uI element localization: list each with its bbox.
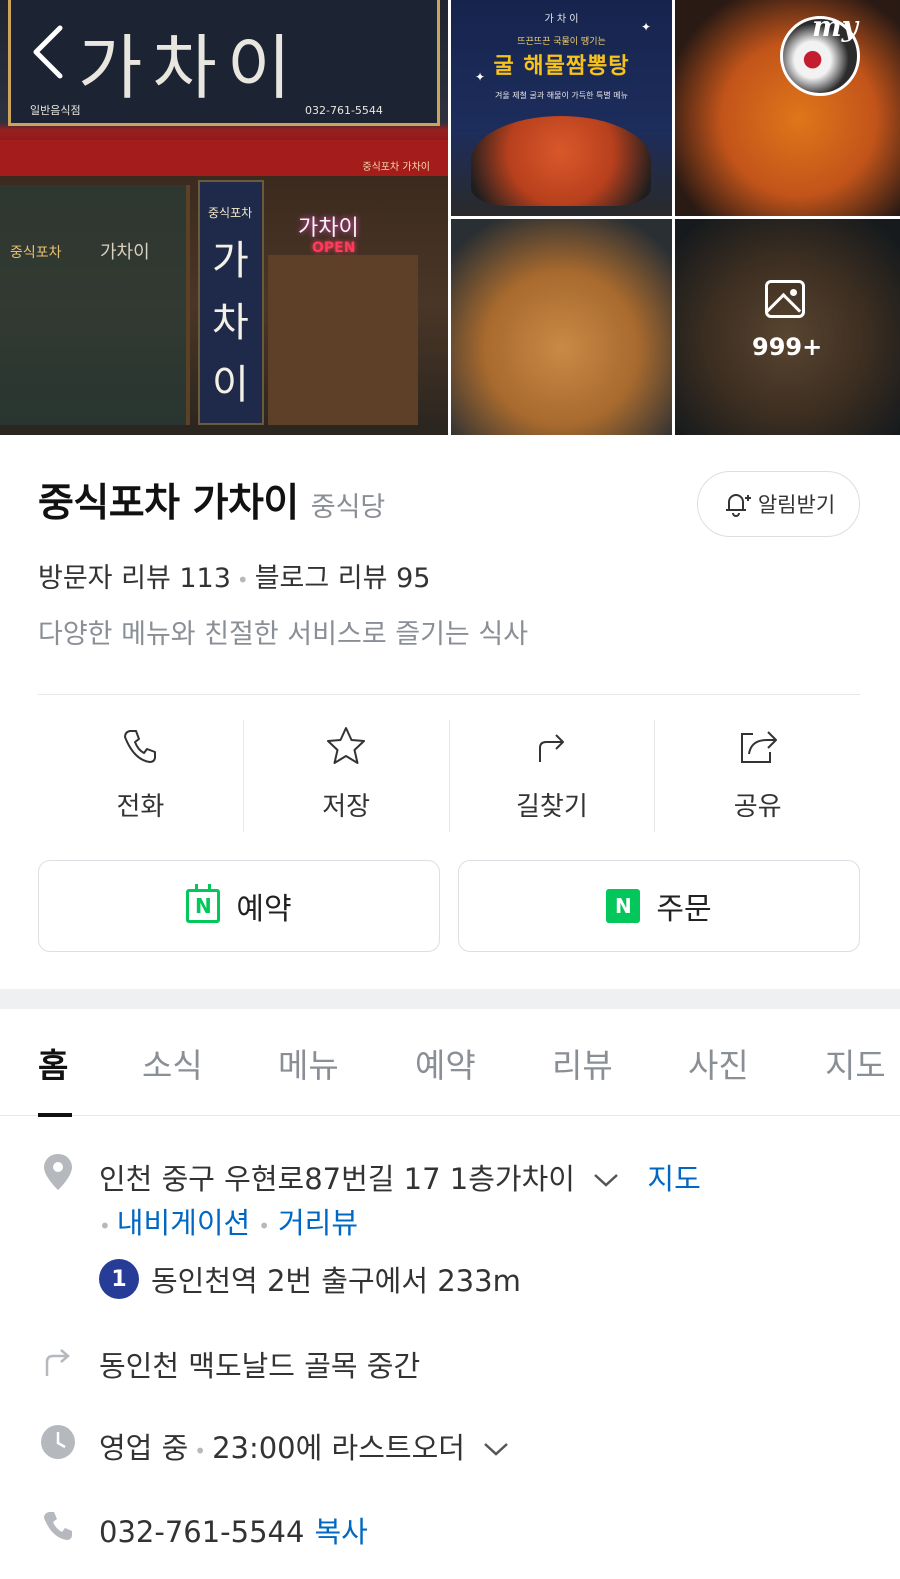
active-tab-indicator (38, 1113, 72, 1117)
back-button[interactable] (30, 24, 80, 84)
section-separator (0, 989, 900, 1009)
separator-dot: • (99, 1214, 111, 1238)
address-row: 인천 중구 우현로87번길 17 1층가차이 지도 (99, 1156, 701, 1198)
neon-sign: 가차이 (298, 216, 359, 241)
directions-text: 동인천 맥도날드 골목 중간 (99, 1349, 421, 1383)
directions-action[interactable]: 길찾기 (450, 720, 656, 832)
order-label: 주문 (656, 892, 712, 927)
awning-text: 중식포차 가차이 (362, 162, 430, 173)
tab-bar: 홈 소식 메뉴 예약 리뷰 사진 지도 (0, 1009, 900, 1116)
clock-icon (38, 1422, 78, 1462)
location-pin-icon (38, 1152, 78, 1192)
more-photos-overlay[interactable] (675, 219, 900, 435)
glass-window (0, 185, 190, 425)
subway-line-badge: 1 (99, 1259, 139, 1299)
wooden-door (268, 255, 418, 425)
tab-news[interactable]: 소식 (142, 1039, 203, 1087)
notify-button[interactable]: 알림받기 (697, 471, 860, 537)
glass-text-2: 가차이 (100, 242, 150, 263)
poster-brand: 가 차 이 (544, 14, 579, 25)
blog-review-link[interactable]: 블로그 리뷰 95 (255, 563, 431, 594)
last-order-text: 23:00에 라스트오더 (212, 1431, 465, 1465)
naver-calendar-icon: N (186, 884, 221, 923)
chevron-left-icon (33, 25, 63, 79)
business-status: 영업 중 (99, 1431, 189, 1465)
subway-info: 1 동인천역 2번 출구에서 233m (99, 1258, 521, 1300)
tab-map[interactable]: 지도 (825, 1039, 886, 1087)
chevron-down-icon[interactable] (482, 1431, 510, 1465)
sparkle-icon: ✦ (641, 20, 652, 34)
bell-plus-icon (725, 494, 751, 517)
place-title-row: 중식포차 가차이 중식당 (38, 472, 385, 528)
reserve-button[interactable]: N 예약 (38, 860, 440, 952)
primary-buttons: N 예약 N 주문 (38, 860, 860, 952)
share-action[interactable]: 공유 (655, 720, 860, 832)
poster-subtitle: 뜨끈뜨끈 국물이 땡기는 (517, 37, 606, 47)
share-label: 공유 (733, 792, 782, 822)
directions-label: 길찾기 (515, 792, 588, 822)
direction-turn-icon (38, 1340, 78, 1380)
notify-label: 알림받기 (757, 493, 836, 517)
place-tagline: 다양한 메뉴와 친절한 서비스로 즐기는 식사 (38, 619, 529, 650)
action-bar: 전화 저장 길찾기 공유 (38, 720, 860, 832)
photo-count: 999+ (752, 333, 823, 361)
menu-poster-photo[interactable]: 가 차 이 뜨끈뜨끈 국물이 땡기는 굴 해물짬뽕탕 겨울 제철 굴과 해물이 … (451, 0, 672, 216)
map-link[interactable]: 지도 (647, 1162, 700, 1196)
address-text[interactable]: 인천 중구 우현로87번길 17 1층가차이 (99, 1162, 575, 1196)
naver-n-icon: N (606, 889, 641, 923)
sparkle-icon: ✦ (475, 70, 486, 84)
subway-text: 동인천역 2번 출구에서 233m (151, 1264, 521, 1298)
reserve-label: 예약 (236, 892, 292, 927)
copy-phone-button[interactable]: 복사 (314, 1515, 367, 1549)
call-action[interactable]: 전화 (38, 720, 244, 832)
vertical-sign-big: 가차이 (212, 238, 249, 408)
sign-phone-text: 032-761-5544 (305, 104, 383, 117)
vertical-sign: 중식포차 가차이 (198, 180, 264, 425)
navigation-link[interactable]: 내비게이션 (117, 1206, 250, 1240)
phone-number[interactable]: 032-761-5544 (99, 1515, 304, 1549)
share-icon (740, 731, 777, 763)
star-icon (327, 727, 366, 764)
call-label: 전화 (116, 792, 165, 822)
tab-menu[interactable]: 메뉴 (278, 1039, 339, 1087)
image-icon (765, 280, 805, 318)
tab-reviews[interactable]: 리뷰 (552, 1039, 613, 1087)
divider (38, 694, 860, 695)
stew-bowl-image (471, 116, 651, 206)
separator-dot: • (194, 1439, 207, 1463)
place-category: 중식당 (310, 492, 386, 523)
my-badge-text: my (812, 10, 858, 43)
tab-home[interactable]: 홈 (38, 1039, 68, 1087)
sign-type-text: 일반음식점 (30, 104, 81, 117)
glass-text: 중식포차 (10, 245, 62, 261)
phone-icon (124, 730, 157, 763)
separator-dot: • (258, 1214, 270, 1238)
vertical-sign-small: 중식포차 (208, 206, 253, 220)
phone-icon (38, 1506, 78, 1546)
save-label: 저장 (322, 792, 371, 822)
review-counts: 방문자 리뷰 113 • 블로그 리뷰 95 (38, 556, 430, 595)
tab-reservation[interactable]: 예약 (415, 1039, 476, 1087)
poster-description: 겨울 제철 굴과 해물이 가득한 특별 메뉴 (494, 91, 629, 100)
place-name: 중식포차 가차이 (38, 481, 299, 526)
order-button[interactable]: N 주문 (458, 860, 860, 952)
directions-arrow-icon (538, 734, 564, 762)
street-view-link[interactable]: 거리뷰 (278, 1206, 358, 1240)
navigation-links: • 내비게이션 • 거리뷰 (99, 1200, 358, 1242)
open-sign: OPEN (312, 240, 356, 256)
tab-photos[interactable]: 사진 (688, 1039, 749, 1087)
food-photo-fried[interactable] (451, 219, 672, 435)
sign-name-text: 가차이 (78, 27, 302, 109)
chevron-down-icon[interactable] (592, 1162, 629, 1196)
photo-gallery[interactable]: 가차이 일반음식점 032-761-5544 중식포차 가차이 중식포차 가차이… (0, 0, 900, 435)
phone-row: 032-761-5544 복사 (99, 1509, 368, 1551)
visitor-review-link[interactable]: 방문자 리뷰 113 (38, 563, 231, 594)
save-action[interactable]: 저장 (244, 720, 450, 832)
business-hours[interactable]: 영업 중 • 23:00에 라스트오더 (99, 1425, 510, 1467)
separator-dot: • (236, 568, 249, 592)
